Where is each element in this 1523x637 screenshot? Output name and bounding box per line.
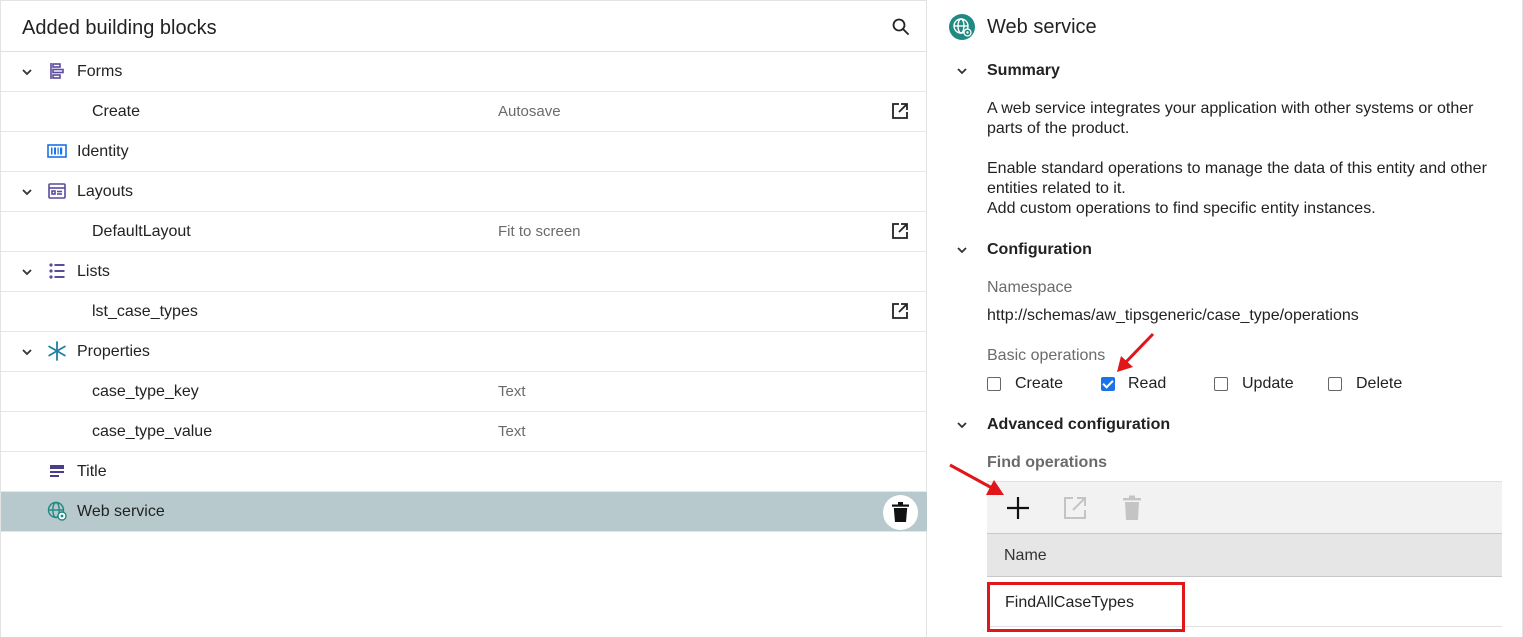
chevron-down-icon[interactable] (20, 265, 34, 279)
tree-row-label: Create (92, 103, 141, 120)
lists-icon (47, 261, 67, 281)
tree-row-identity[interactable]: Identity (1, 132, 927, 172)
chevron-down-icon[interactable] (20, 185, 34, 199)
tree-row-label: Web service (77, 503, 165, 520)
find-operations-toolbar (987, 481, 1502, 533)
find-operations-grid-header: Name (987, 533, 1502, 577)
delete-checkbox-label[interactable]: Delete (1356, 375, 1402, 393)
panel-title: Web service (987, 16, 1097, 38)
identity-barcode-icon (47, 141, 67, 161)
column-header-name[interactable]: Name (1004, 547, 1047, 565)
layouts-icon (47, 181, 67, 201)
properties-panel: Web service Summary A web service integr… (928, 0, 1523, 637)
web-service-globe-icon (948, 13, 976, 41)
summary-text-operations: Enable standard operations to manage the… (987, 160, 1487, 197)
arrow-annotation-icon (1117, 332, 1155, 372)
tree-row-label: lst_case_types (92, 303, 198, 320)
tree-row-label: Lists (77, 263, 110, 280)
delete-button[interactable] (883, 495, 918, 530)
chevron-down-icon[interactable] (20, 65, 34, 79)
tree-row-case-type-value[interactable]: case_type_value Text (1, 412, 927, 452)
open-external-icon[interactable] (890, 221, 910, 241)
open-external-icon[interactable] (1061, 494, 1089, 522)
basic-operations-label: Basic operations (987, 347, 1106, 364)
tree-row-defaultlayout[interactable]: DefaultLayout Fit to screen (1, 212, 927, 252)
tree-row-web-service[interactable]: Web service (1, 492, 927, 532)
trash-icon (892, 502, 909, 522)
advanced-configuration-section-title: Advanced configuration (987, 416, 1171, 433)
summary-text-custom: Add custom operations to find specific e… (987, 200, 1376, 217)
tree-row-label: Layouts (77, 183, 134, 200)
tree-row-lst-case-types[interactable]: lst_case_types (1, 292, 927, 332)
building-blocks-tree: Forms Create Autosave Identity Layouts D… (1, 52, 927, 532)
open-external-icon[interactable] (890, 301, 910, 321)
trash-icon[interactable] (1118, 494, 1146, 522)
search-icon[interactable] (891, 17, 911, 37)
summary-text: A web service integrates your applicatio… (987, 100, 1474, 137)
tree-row-lists[interactable]: Lists (1, 252, 927, 292)
tree-row-detail: Fit to screen (498, 223, 581, 240)
open-external-icon[interactable] (890, 101, 910, 121)
delete-checkbox[interactable] (1328, 377, 1342, 391)
tree-row-create[interactable]: Create Autosave (1, 92, 927, 132)
tree-row-properties[interactable]: Properties (1, 332, 927, 372)
tree-row-title[interactable]: Title (1, 452, 927, 492)
title-icon (47, 461, 67, 481)
create-checkbox-label[interactable]: Create (1015, 375, 1063, 393)
tree-row-label: case_type_value (92, 423, 213, 440)
panel-header: Added building blocks (1, 0, 926, 52)
chevron-down-icon[interactable] (955, 243, 969, 257)
summary-section-title: Summary (987, 62, 1060, 79)
update-checkbox[interactable] (1214, 377, 1228, 391)
chevron-down-icon[interactable] (20, 345, 34, 359)
tree-row-label: Properties (77, 343, 150, 360)
tree-row-detail: Autosave (498, 103, 561, 120)
chevron-down-icon[interactable] (955, 64, 969, 78)
arrow-annotation-icon (949, 463, 1004, 495)
building-blocks-panel: Added building blocks Forms Create Autos… (0, 0, 927, 637)
highlight-box-annotation (987, 582, 1185, 632)
chevron-down-icon[interactable] (955, 418, 969, 432)
configuration-section-title: Configuration (987, 241, 1092, 258)
tree-row-case-type-key[interactable]: case_type_key Text (1, 372, 927, 412)
read-checkbox[interactable] (1101, 377, 1115, 391)
tree-row-forms[interactable]: Forms (1, 52, 927, 92)
panel-title: Added building blocks (22, 17, 217, 39)
tree-row-detail: Text (498, 423, 526, 440)
properties-asterisk-icon (47, 341, 67, 361)
tree-row-label: case_type_key (92, 383, 199, 400)
namespace-value[interactable]: http://schemas/aw_tipsgeneric/case_type/… (987, 307, 1359, 325)
web-service-globe-icon (47, 501, 67, 521)
read-checkbox-label[interactable]: Read (1128, 375, 1166, 393)
add-icon[interactable] (1004, 494, 1032, 522)
namespace-label: Namespace (987, 279, 1073, 296)
tree-row-label: Identity (77, 143, 129, 160)
update-checkbox-label[interactable]: Update (1242, 375, 1294, 393)
tree-row-label: Title (77, 463, 107, 480)
tree-row-label: DefaultLayout (92, 223, 191, 240)
tree-row-layouts[interactable]: Layouts (1, 172, 927, 212)
tree-row-detail: Text (498, 383, 526, 400)
forms-icon (47, 61, 67, 81)
create-checkbox[interactable] (987, 377, 1001, 391)
tree-row-label: Forms (77, 63, 123, 80)
